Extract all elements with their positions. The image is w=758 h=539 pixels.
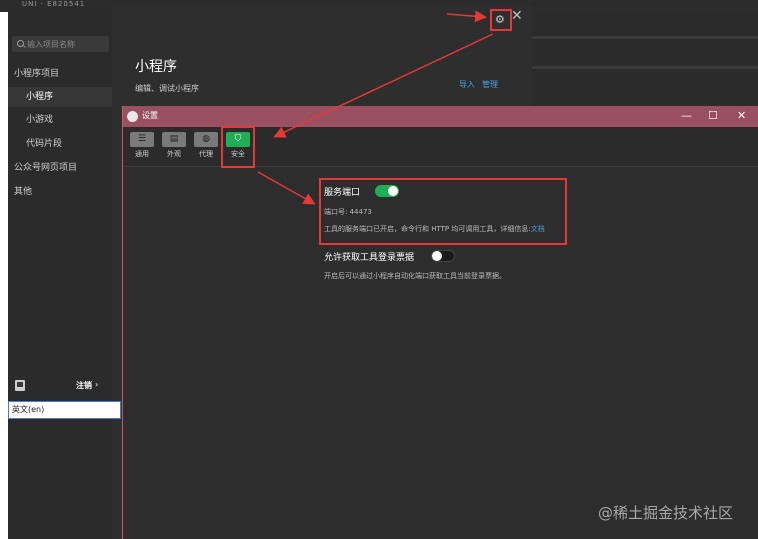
arrow-to-security-tab	[273, 33, 494, 138]
watermark: @稀土掘金技术社区	[598, 504, 734, 522]
arrow-to-gear	[446, 10, 487, 23]
annotation-arrows	[257, 10, 494, 205]
arrow-to-service-port	[257, 171, 316, 205]
